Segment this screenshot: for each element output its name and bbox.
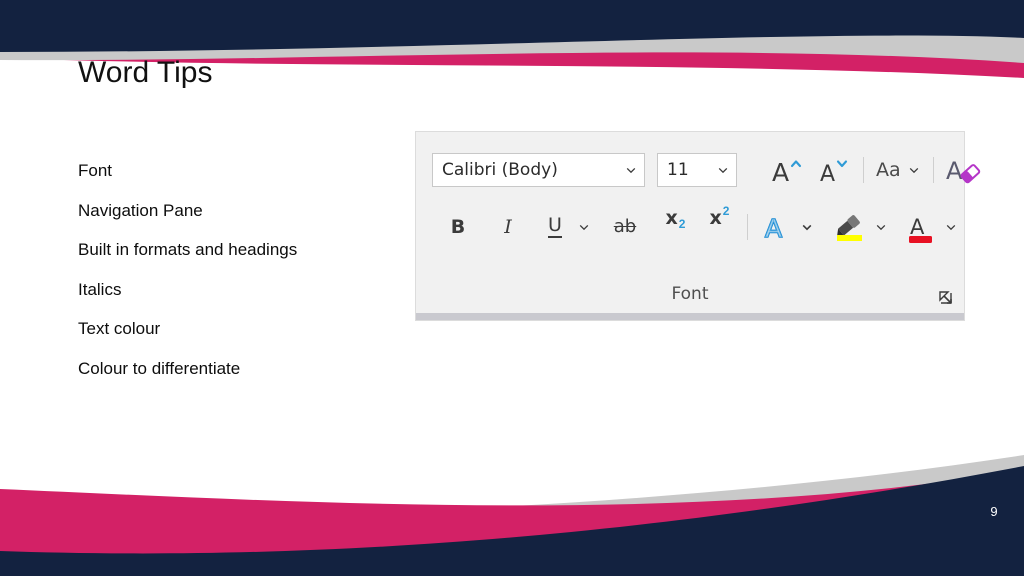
toolbar-separator <box>747 214 748 240</box>
increase-font-size-button[interactable]: A <box>768 152 808 188</box>
svg-text:A: A <box>765 214 782 242</box>
dialog-box-launcher-icon[interactable] <box>938 290 954 306</box>
italic-button[interactable]: I <box>492 209 524 245</box>
svg-text:A: A <box>946 157 963 185</box>
underline-button[interactable]: U <box>540 209 570 245</box>
decrease-font-size-icon: A <box>820 160 848 185</box>
font-color-button[interactable]: A <box>904 209 938 245</box>
presentation-slide: Word Tips Font Navigation Pane Built in … <box>0 0 1024 576</box>
bottom-navy-band <box>0 466 1024 576</box>
clear-formatting-button[interactable]: A <box>943 152 985 188</box>
chevron-down-icon[interactable] <box>944 220 958 234</box>
clear-formatting-icon: A <box>946 157 980 185</box>
change-case-button[interactable]: Aa <box>873 152 924 188</box>
list-item: Colour to differentiate <box>78 358 241 378</box>
svg-text:A: A <box>910 215 925 239</box>
bold-button[interactable]: B <box>442 209 474 245</box>
bullet-list: Font Navigation Pane Built in formats an… <box>78 161 408 398</box>
page-number: 9 <box>990 504 998 519</box>
top-navy-band <box>0 0 1024 52</box>
subscript-icon: x <box>665 207 678 229</box>
chevron-down-icon[interactable] <box>716 163 730 177</box>
list-item: Font <box>78 161 113 180</box>
text-effects-button[interactable]: A A <box>760 209 794 245</box>
chevron-down-icon[interactable] <box>907 163 921 177</box>
chevron-down-icon[interactable] <box>624 163 638 177</box>
increase-font-size-icon: A <box>772 158 802 185</box>
chevron-down-icon[interactable] <box>874 220 888 234</box>
svg-text:A: A <box>772 158 789 185</box>
svg-text:A: A <box>820 162 835 185</box>
toolbar-separator <box>863 157 864 183</box>
superscript-index: 2 <box>722 204 730 218</box>
subscript-button[interactable]: x 2 <box>659 209 691 245</box>
text-effects-icon: A A <box>764 213 783 242</box>
list-item: Italics <box>78 279 122 299</box>
superscript-button[interactable]: x 2 <box>703 204 735 245</box>
font-group-label: Font <box>671 284 709 304</box>
ribbon-row-bottom: B I U ab x 2 x 2 A A A <box>442 204 958 245</box>
italic-icon: I <box>504 215 512 238</box>
subscript-index: 2 <box>678 217 686 231</box>
highlighter-pen-icon <box>837 215 862 241</box>
list-item: Text colour <box>78 319 161 338</box>
word-font-ribbon-image: Calibri (Body) 11 A A Aa A B I U ab x 2 … <box>415 131 980 321</box>
bold-icon: B <box>450 215 466 238</box>
font-name-value: Calibri (Body) <box>442 160 558 180</box>
strikethrough-button[interactable]: ab <box>607 209 643 245</box>
bottom-pink-band <box>0 470 1024 576</box>
superscript-icon: x <box>709 207 722 229</box>
list-item: Navigation Pane <box>78 200 203 220</box>
font-color-icon: A <box>909 215 932 243</box>
font-size-value: 11 <box>667 160 689 180</box>
list-item: Built in formats and headings <box>78 240 298 259</box>
font-size-combobox[interactable]: 11 <box>657 153 737 187</box>
bottom-silver-band <box>0 455 1024 576</box>
ribbon-row-top: Calibri (Body) 11 A A Aa A <box>432 152 985 188</box>
font-name-combobox[interactable]: Calibri (Body) <box>432 153 645 187</box>
strikethrough-icon: ab <box>613 216 637 237</box>
toolbar-separator <box>932 157 934 183</box>
chevron-down-icon[interactable] <box>577 220 591 234</box>
slide-title: Word Tips <box>78 56 213 89</box>
change-case-label: Aa <box>876 158 901 181</box>
ribbon-bottom-edge <box>416 313 964 320</box>
chevron-down-icon[interactable] <box>800 220 814 234</box>
underline-icon: U <box>548 214 562 238</box>
text-highlight-color-button[interactable] <box>830 209 868 245</box>
decrease-font-size-button[interactable]: A <box>816 152 854 188</box>
